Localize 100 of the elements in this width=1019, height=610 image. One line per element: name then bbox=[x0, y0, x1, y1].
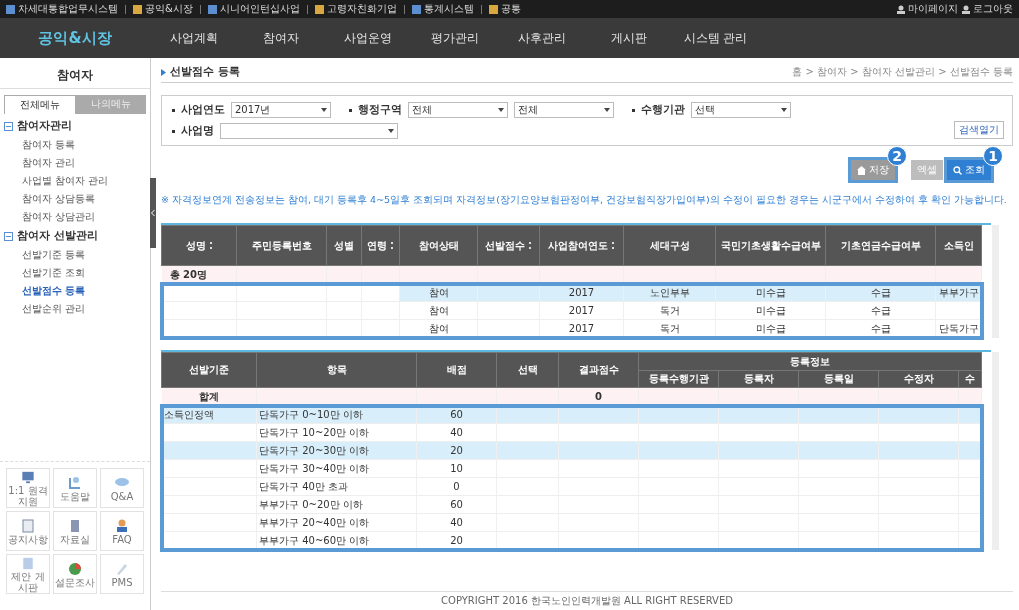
account-link[interactable]: 로그아웃 bbox=[962, 2, 1013, 16]
dropdown[interactable]: 선택 bbox=[691, 102, 791, 118]
menu-group-label[interactable]: 참여자관리 bbox=[17, 119, 72, 133]
column-header[interactable]: 기초연금수급여부 bbox=[825, 225, 936, 266]
menu-item[interactable]: 참여자 상담등록 bbox=[0, 190, 150, 208]
column-header[interactable]: 연령 bbox=[361, 225, 400, 266]
table-cell: 20 bbox=[416, 531, 497, 550]
sort-icon[interactable] bbox=[208, 241, 213, 250]
top-link[interactable]: 공통 bbox=[488, 2, 521, 16]
table-cell: 부부가구 0~20만 이하 bbox=[256, 495, 417, 514]
shortcut-button[interactable]: 공지사항 bbox=[6, 511, 50, 551]
column-header[interactable]: 소득인 bbox=[935, 225, 982, 266]
table-row[interactable]: 부부가구 40~60만 이하 20 bbox=[161, 531, 982, 550]
scrollbar[interactable] bbox=[992, 225, 999, 338]
table-cell: 수급 bbox=[825, 319, 936, 338]
nav-tab[interactable]: 사업운영 bbox=[324, 29, 411, 47]
shortcut-button[interactable]: 설문조사 bbox=[53, 554, 97, 594]
shortcut-button[interactable]: 도움말 bbox=[53, 468, 97, 508]
table-cell: 부부가구 40~60만 이하 bbox=[256, 531, 417, 550]
top-link[interactable]: 통계시스템 bbox=[411, 2, 474, 16]
menu-item[interactable]: 참여자 등록 bbox=[0, 136, 150, 154]
bullet-icon bbox=[172, 108, 175, 112]
table-row[interactable]: 단독가구 10~20만 이하 40 bbox=[161, 423, 982, 442]
column-header[interactable]: 결과점수 bbox=[558, 352, 639, 388]
column-header[interactable]: 선발기준 bbox=[161, 352, 257, 388]
top-link[interactable]: 차세대통합업무시스템 bbox=[6, 2, 118, 16]
sidebar-tab[interactable]: 전체메뉴 bbox=[4, 95, 76, 114]
table-row[interactable]: 단독가구 40만 초과 0 bbox=[161, 477, 982, 496]
shortcut-icon bbox=[19, 516, 37, 535]
search-toggle-button[interactable]: 검색열기 bbox=[954, 121, 1004, 139]
menu-item[interactable]: 선발기준 조회 bbox=[0, 264, 150, 282]
shortcut-button[interactable]: FAQ bbox=[100, 511, 144, 551]
menu-group[interactable]: 참여자관리 bbox=[0, 116, 150, 136]
column-header[interactable]: 세대구성 bbox=[623, 225, 716, 266]
column-header[interactable]: 성별 bbox=[326, 225, 362, 266]
table-row[interactable]: 참여 2017 독거 미수급 수급 단독가구 bbox=[161, 319, 982, 338]
column-header[interactable]: 국민기초생활수급여부 bbox=[715, 225, 826, 266]
nav-tab[interactable]: 공익&시장 bbox=[0, 28, 150, 48]
nav-tab[interactable]: 평가관리 bbox=[411, 29, 498, 47]
column-header[interactable]: 배점 bbox=[416, 352, 497, 388]
column-header[interactable]: 사업참여연도 bbox=[539, 225, 624, 266]
top-link[interactable]: 고령자친화기업 bbox=[314, 2, 397, 16]
nav-tab[interactable]: 사업계획 bbox=[150, 29, 237, 47]
sort-icon[interactable] bbox=[528, 241, 532, 250]
column-header[interactable]: 성명 bbox=[161, 225, 237, 266]
menu-item[interactable]: 참여자 상담관리 bbox=[0, 208, 150, 226]
table-row[interactable]: 단독가구 20~30만 이하 20 bbox=[161, 441, 982, 460]
collapse-handle[interactable] bbox=[150, 178, 156, 248]
callout-badge: 2 bbox=[887, 146, 907, 166]
app-icon bbox=[411, 4, 421, 14]
table-row[interactable]: 참여 2017 독거 미수급 수급 bbox=[161, 301, 982, 320]
column-header[interactable]: 주민등록번호 bbox=[236, 225, 327, 266]
dropdown[interactable] bbox=[220, 123, 398, 139]
minus-icon[interactable] bbox=[4, 121, 13, 131]
menu-item[interactable]: 선발점수 등록 bbox=[0, 282, 150, 300]
shortcut-button[interactable]: 제안 게시판 bbox=[6, 554, 50, 594]
search-button[interactable]: 조회 bbox=[947, 160, 991, 180]
shortcut-button[interactable]: 자료실 bbox=[53, 511, 97, 551]
menu-item[interactable]: 참여자 관리 bbox=[0, 154, 150, 172]
menu-item[interactable]: 선발기준 등록 bbox=[0, 246, 150, 264]
nav-tab[interactable]: 참여자 bbox=[237, 29, 324, 47]
table-row[interactable]: 부부가구 20~40만 이하 40 bbox=[161, 513, 982, 532]
menu-item[interactable]: 사업별 참여자 관리 bbox=[0, 172, 150, 190]
column-header[interactable]: 선택 bbox=[496, 352, 559, 388]
top-link[interactable]: 공익&시장 bbox=[133, 2, 193, 16]
shortcut-button[interactable]: 1:1 원격지원 bbox=[6, 468, 50, 508]
search-icon bbox=[953, 165, 962, 175]
menu-group[interactable]: 참여자 선발관리 bbox=[0, 226, 150, 246]
column-header[interactable]: 항목 bbox=[256, 352, 417, 388]
dropdown[interactable]: 전체 bbox=[514, 102, 614, 118]
menu-group-label[interactable]: 참여자 선발관리 bbox=[17, 229, 98, 243]
nav-tab[interactable]: 사후관리 bbox=[498, 29, 585, 47]
table-cell: 단독가구 30~40만 이하 bbox=[256, 459, 417, 478]
top-link[interactable]: 시니어인턴십사업 bbox=[207, 2, 300, 16]
table-row[interactable]: 부부가구 0~20만 이하 60 bbox=[161, 495, 982, 514]
dropdown[interactable]: 2017년 bbox=[231, 102, 331, 118]
sort-icon[interactable] bbox=[611, 241, 615, 250]
sort-icon[interactable] bbox=[390, 241, 394, 250]
table-cell: 40 bbox=[416, 423, 497, 442]
caret-icon bbox=[781, 108, 787, 112]
table-row[interactable]: 참여 2017 노인부부 미수급 수급 부부가구 bbox=[161, 283, 982, 302]
app-icon bbox=[6, 4, 15, 14]
account-link[interactable]: 마이페이지 bbox=[897, 2, 958, 16]
table-cell: 독거 bbox=[623, 301, 716, 320]
nav-tab[interactable]: 게시판 bbox=[585, 29, 672, 47]
breadcrumb: 홈 > 참여자 > 참여자 선발관리 > 선발점수 등록 bbox=[792, 65, 1013, 79]
menu-item[interactable]: 선발순위 관리 bbox=[0, 300, 150, 318]
table-cell: 60 bbox=[416, 405, 497, 424]
column-header[interactable]: 참여상태 bbox=[399, 225, 478, 266]
user-icon bbox=[962, 4, 970, 14]
table-row[interactable]: 소득인정액 단독가구 0~10만 이하 60 bbox=[161, 405, 982, 424]
table-row[interactable]: 단독가구 30~40만 이하 10 bbox=[161, 459, 982, 478]
nav-tab[interactable]: 시스템 관리 bbox=[672, 29, 759, 47]
bullet-icon bbox=[632, 108, 635, 112]
shortcut-button[interactable]: PMS bbox=[100, 554, 144, 594]
shortcut-button[interactable]: Q&A bbox=[100, 468, 144, 508]
dropdown[interactable]: 전체 bbox=[408, 102, 508, 118]
minus-icon[interactable] bbox=[4, 231, 13, 241]
column-header[interactable]: 선발점수 bbox=[477, 225, 540, 266]
scrollbar[interactable] bbox=[992, 352, 999, 550]
